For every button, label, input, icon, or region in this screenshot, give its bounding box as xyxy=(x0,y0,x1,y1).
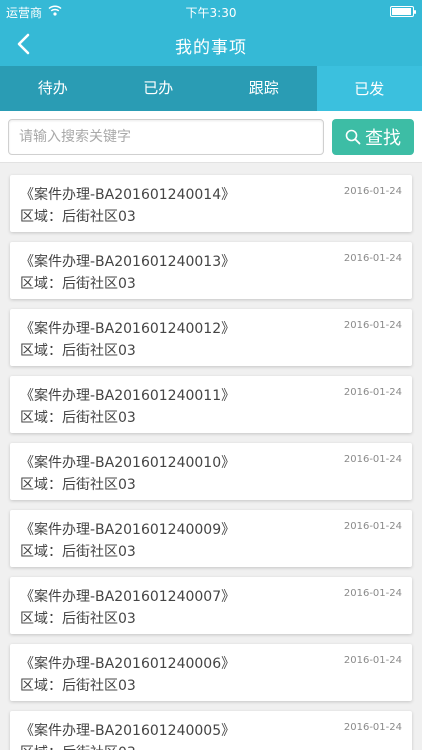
item-date: 2016-01-24 xyxy=(343,655,402,666)
item-title: 《案件办理-BA201601240011》 xyxy=(20,388,236,404)
list-item[interactable]: 《案件办理-BA201601240009》 2016-01-24 区域：后街社区… xyxy=(10,510,412,567)
item-area: 区域：后街社区03 xyxy=(20,209,136,225)
item-date: 2016-01-24 xyxy=(343,320,402,331)
item-area: 区域：后街社区03 xyxy=(20,477,136,493)
item-area: 区域：后街社区03 xyxy=(20,742,136,750)
item-area: 区域：后街社区03 xyxy=(20,544,136,560)
page-title: 我的事项 xyxy=(175,38,247,58)
item-area: 区域：后街社区03 xyxy=(20,343,136,359)
tab-todo[interactable]: 待办 xyxy=(0,66,106,111)
search-button[interactable]: 查找 xyxy=(332,119,414,155)
item-date: 2016-01-24 xyxy=(343,722,402,733)
item-list: 《案件办理-BA201601240014》 2016-01-24 区域：后街社区… xyxy=(0,163,422,750)
list-item[interactable]: 《案件办理-BA201601240007》 2016-01-24 区域：后街社区… xyxy=(10,577,412,634)
search-area: 查找 xyxy=(0,111,422,163)
tab-sent[interactable]: 已发 xyxy=(316,66,422,111)
item-title: 《案件办理-BA201601240014》 xyxy=(20,187,236,203)
item-area: 区域：后街社区03 xyxy=(20,410,136,426)
list-item[interactable]: 《案件办理-BA201601240014》 2016-01-24 区域：后街社区… xyxy=(10,175,412,232)
item-date: 2016-01-24 xyxy=(343,454,402,465)
item-title: 《案件办理-BA201601240006》 xyxy=(20,656,236,672)
search-icon xyxy=(345,129,361,145)
list-item[interactable]: 《案件办理-BA201601240006》 2016-01-24 区域：后街社区… xyxy=(10,644,412,701)
tab-bar: 待办 已办 跟踪 已发 xyxy=(0,66,422,111)
status-bar: 运营商 下午3:30 xyxy=(0,0,422,22)
nav-bar: 我的事项 xyxy=(0,22,422,66)
search-input[interactable] xyxy=(8,119,324,155)
item-area: 区域：后街社区03 xyxy=(20,276,136,292)
list-item[interactable]: 《案件办理-BA201601240013》 2016-01-24 区域：后街社区… xyxy=(10,242,412,299)
item-date: 2016-01-24 xyxy=(343,521,402,532)
item-date: 2016-01-24 xyxy=(343,588,402,599)
item-title: 《案件办理-BA201601240013》 xyxy=(20,254,236,270)
item-title: 《案件办理-BA201601240005》 xyxy=(20,723,236,739)
tab-tracking[interactable]: 跟踪 xyxy=(211,66,317,111)
tab-done[interactable]: 已办 xyxy=(106,66,212,111)
search-button-label: 查找 xyxy=(365,128,401,149)
list-item[interactable]: 《案件办理-BA201601240010》 2016-01-24 区域：后街社区… xyxy=(10,443,412,500)
item-date: 2016-01-24 xyxy=(343,253,402,264)
app-header: 运营商 下午3:30 我的事项 xyxy=(0,0,422,66)
item-title: 《案件办理-BA201601240007》 xyxy=(20,589,236,605)
item-title: 《案件办理-BA201601240012》 xyxy=(20,321,236,337)
clock: 下午3:30 xyxy=(185,6,237,20)
list-item[interactable]: 《案件办理-BA201601240005》 2016-01-24 区域：后街社区… xyxy=(10,711,412,750)
item-date: 2016-01-24 xyxy=(343,186,402,197)
item-title: 《案件办理-BA201601240010》 xyxy=(20,455,236,471)
item-date: 2016-01-24 xyxy=(343,387,402,398)
list-item[interactable]: 《案件办理-BA201601240011》 2016-01-24 区域：后街社区… xyxy=(10,376,412,433)
battery-icon xyxy=(390,6,416,17)
item-area: 区域：后街社区03 xyxy=(20,611,136,627)
item-title: 《案件办理-BA201601240009》 xyxy=(20,522,236,538)
item-area: 区域：后街社区03 xyxy=(20,678,136,694)
list-item[interactable]: 《案件办理-BA201601240012》 2016-01-24 区域：后街社区… xyxy=(10,309,412,366)
